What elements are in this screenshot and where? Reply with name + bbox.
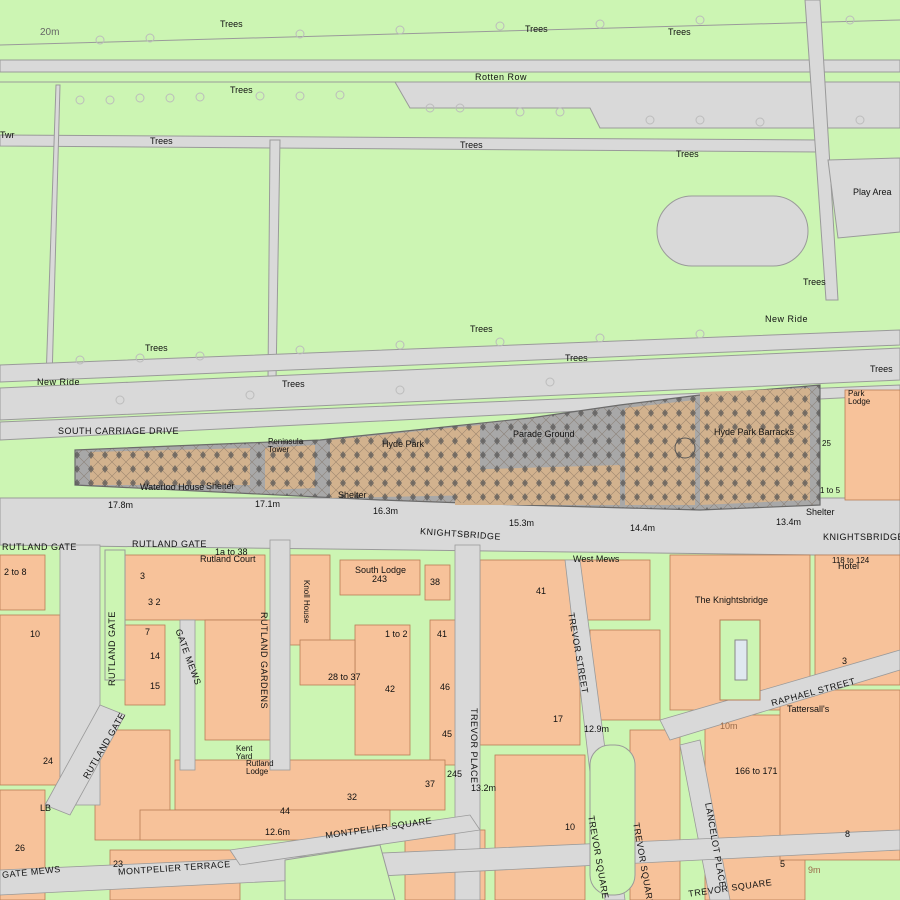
- building-number: 243: [372, 574, 388, 584]
- building-number: 32: [347, 792, 358, 802]
- spot-height: 13.4m: [776, 517, 802, 527]
- trees-label: Trees: [470, 324, 493, 334]
- twr-label: Twr: [0, 130, 15, 140]
- trees-label: Trees: [460, 140, 483, 150]
- building-number: 3: [842, 656, 848, 666]
- building-number: 46: [440, 682, 451, 692]
- trees-label: Trees: [145, 343, 168, 353]
- rutland-lodge-label: Rutland Lodge: [246, 759, 274, 776]
- spot-height: 12.9m: [584, 724, 610, 734]
- spot-height: 13.2m: [471, 783, 497, 793]
- knightsbridge-east-label: KNIGHTSBRIDGE: [823, 532, 900, 542]
- spot-height: 17.8m: [108, 500, 134, 510]
- trees-label: Trees: [230, 85, 253, 95]
- spot-height: 15.3m: [509, 518, 535, 528]
- west-mews-label: West Mews: [573, 554, 620, 564]
- building-number: 10: [30, 629, 41, 639]
- rotten-row-label: Rotten Row: [475, 72, 528, 82]
- building-number: 10: [565, 822, 576, 832]
- building-number: LB: [40, 803, 52, 813]
- building-number: 1a to 38: [215, 547, 248, 557]
- rutland-gate-label: RUTLAND GATE: [132, 539, 207, 549]
- building-number: 2 to 8: [4, 567, 27, 577]
- spot-height: 17.1m: [255, 499, 281, 509]
- building-number: 3: [140, 571, 146, 581]
- building-number: 5: [780, 859, 786, 869]
- contour-label: 20m: [40, 27, 60, 38]
- building-number: 1 to 5: [820, 486, 841, 495]
- building-number: 41: [536, 586, 547, 596]
- south-carriage-drive-label: SOUTH CARRIAGE DRIVE: [58, 426, 180, 436]
- spot-height: 9m: [808, 865, 821, 875]
- rutland-gate-label: RUTLAND GATE: [107, 611, 117, 686]
- park-lodge-label: Park Lodge: [848, 389, 871, 406]
- rutland-gate-label: RUTLAND GATE: [2, 542, 77, 552]
- trees-label: Trees: [565, 353, 588, 363]
- building-number: 25: [822, 439, 831, 448]
- play-area: [827, 157, 900, 239]
- map-canvas: [0, 0, 900, 900]
- building-number: 24: [43, 756, 54, 766]
- shelter-label: Shelter: [206, 481, 235, 491]
- waterloo-house-label: Waterloo House: [140, 482, 205, 492]
- trees-label: Trees: [668, 27, 691, 37]
- trees-label: Trees: [150, 136, 173, 146]
- building-number: 45: [442, 729, 453, 739]
- new-ride-label: New Ride: [765, 314, 809, 324]
- hyde-park-barracks-label: Hyde Park Barracks: [714, 427, 795, 437]
- trees-label: Trees: [220, 19, 243, 29]
- building-number: 14: [150, 651, 161, 661]
- building-number: 245: [447, 769, 463, 779]
- building-number: 166 to 171: [735, 766, 778, 776]
- building-number: 23: [113, 859, 124, 869]
- building-number: 42: [385, 684, 396, 694]
- building-number: 1 to 2: [385, 629, 408, 639]
- new-ride-label: New Ride: [37, 377, 81, 387]
- play-area-label: Play Area: [853, 187, 892, 197]
- parade-ground-label: Parade Ground: [513, 429, 575, 439]
- building-number: 41: [437, 629, 448, 639]
- trevor-place-label: TREVOR PLACE: [469, 708, 479, 784]
- building-number: 7: [145, 627, 151, 637]
- trees-label: Trees: [525, 24, 548, 34]
- building-number: 8: [845, 829, 851, 839]
- trees-label: Trees: [870, 364, 893, 374]
- shelter-label: Shelter: [806, 507, 835, 517]
- building-number: 38: [430, 577, 441, 587]
- trees-label: Trees: [282, 379, 305, 389]
- building-number: 3 2: [148, 597, 161, 607]
- spot-height: 14.4m: [630, 523, 656, 533]
- site-location-map: 20m Trees Trees Trees Trees Trees Trees …: [0, 0, 900, 900]
- spot-height: 16.3m: [373, 506, 399, 516]
- building-number: 37: [425, 779, 436, 789]
- shelter-label: Shelter: [338, 490, 367, 500]
- building-number: 15: [150, 681, 161, 691]
- spot-height: 10m: [720, 721, 738, 731]
- building-number: 26: [15, 843, 26, 853]
- riding-track: [656, 195, 809, 267]
- the-knightsbridge-label: The Knightsbridge: [695, 595, 769, 605]
- building-number: 17: [553, 714, 564, 724]
- building-number: 28 to 37: [328, 672, 361, 682]
- peninsula-tower-label: Peninsula Tower: [268, 437, 304, 454]
- rutland-gardens-label: RUTLAND GARDENS: [259, 612, 269, 710]
- water-feature: [734, 639, 748, 681]
- knoll-house-label: Knoll House: [302, 580, 311, 624]
- hyde-park-label: Hyde Park: [382, 439, 425, 449]
- spot-height: 12.6m: [265, 827, 291, 837]
- building-number: 44: [280, 806, 291, 816]
- trees-label: Trees: [803, 277, 826, 287]
- trees-label: Trees: [676, 149, 699, 159]
- tattersalls-label: Tattersall's: [787, 704, 830, 714]
- building-number: 118 to 124: [832, 556, 870, 565]
